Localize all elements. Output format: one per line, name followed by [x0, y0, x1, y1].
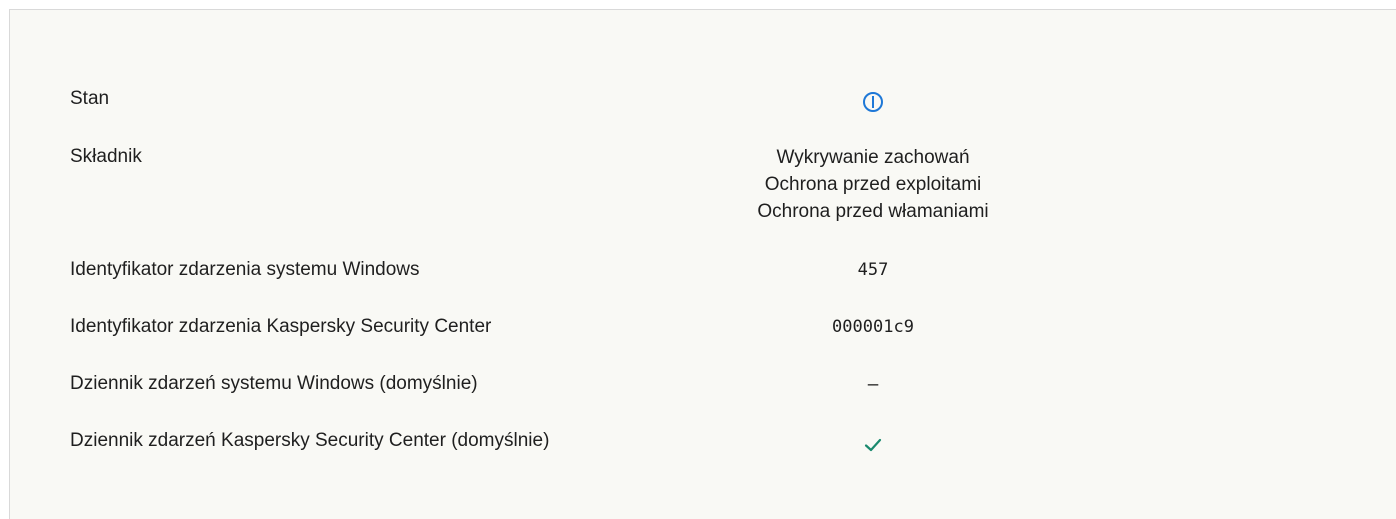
windows-log-value: –	[867, 374, 879, 395]
ksc-log-value	[710, 431, 1036, 458]
component-value-behavior: Wykrywanie zachowań	[776, 147, 970, 168]
info-icon	[863, 91, 883, 112]
component-value-exploit: Ochrona przed exploitami	[764, 174, 982, 195]
windows-event-id-label: Identyfikator zdarzenia systemu Windows	[70, 259, 420, 280]
ksc-event-id-value: 000001c9	[832, 317, 914, 337]
status-value	[710, 88, 1036, 115]
ksc-event-id-label: Identyfikator zdarzenia Kaspersky Securi…	[70, 316, 492, 337]
event-details-panel: Stan Składnik Wykrywanie zachowań Ochron…	[9, 9, 1396, 519]
checkmark-icon	[864, 438, 882, 452]
ksc-log-label: Dziennik zdarzeń Kaspersky Security Cent…	[70, 430, 550, 451]
windows-event-id-value: 457	[857, 260, 889, 280]
component-value-intrusion: Ochrona przed włamaniami	[757, 201, 989, 222]
component-label: Składnik	[70, 146, 142, 167]
status-label: Stan	[70, 88, 110, 109]
component-values: Wykrywanie zachowań Ochrona przed exploi…	[710, 144, 1036, 225]
windows-log-label: Dziennik zdarzeń systemu Windows (domyśl…	[70, 373, 478, 394]
